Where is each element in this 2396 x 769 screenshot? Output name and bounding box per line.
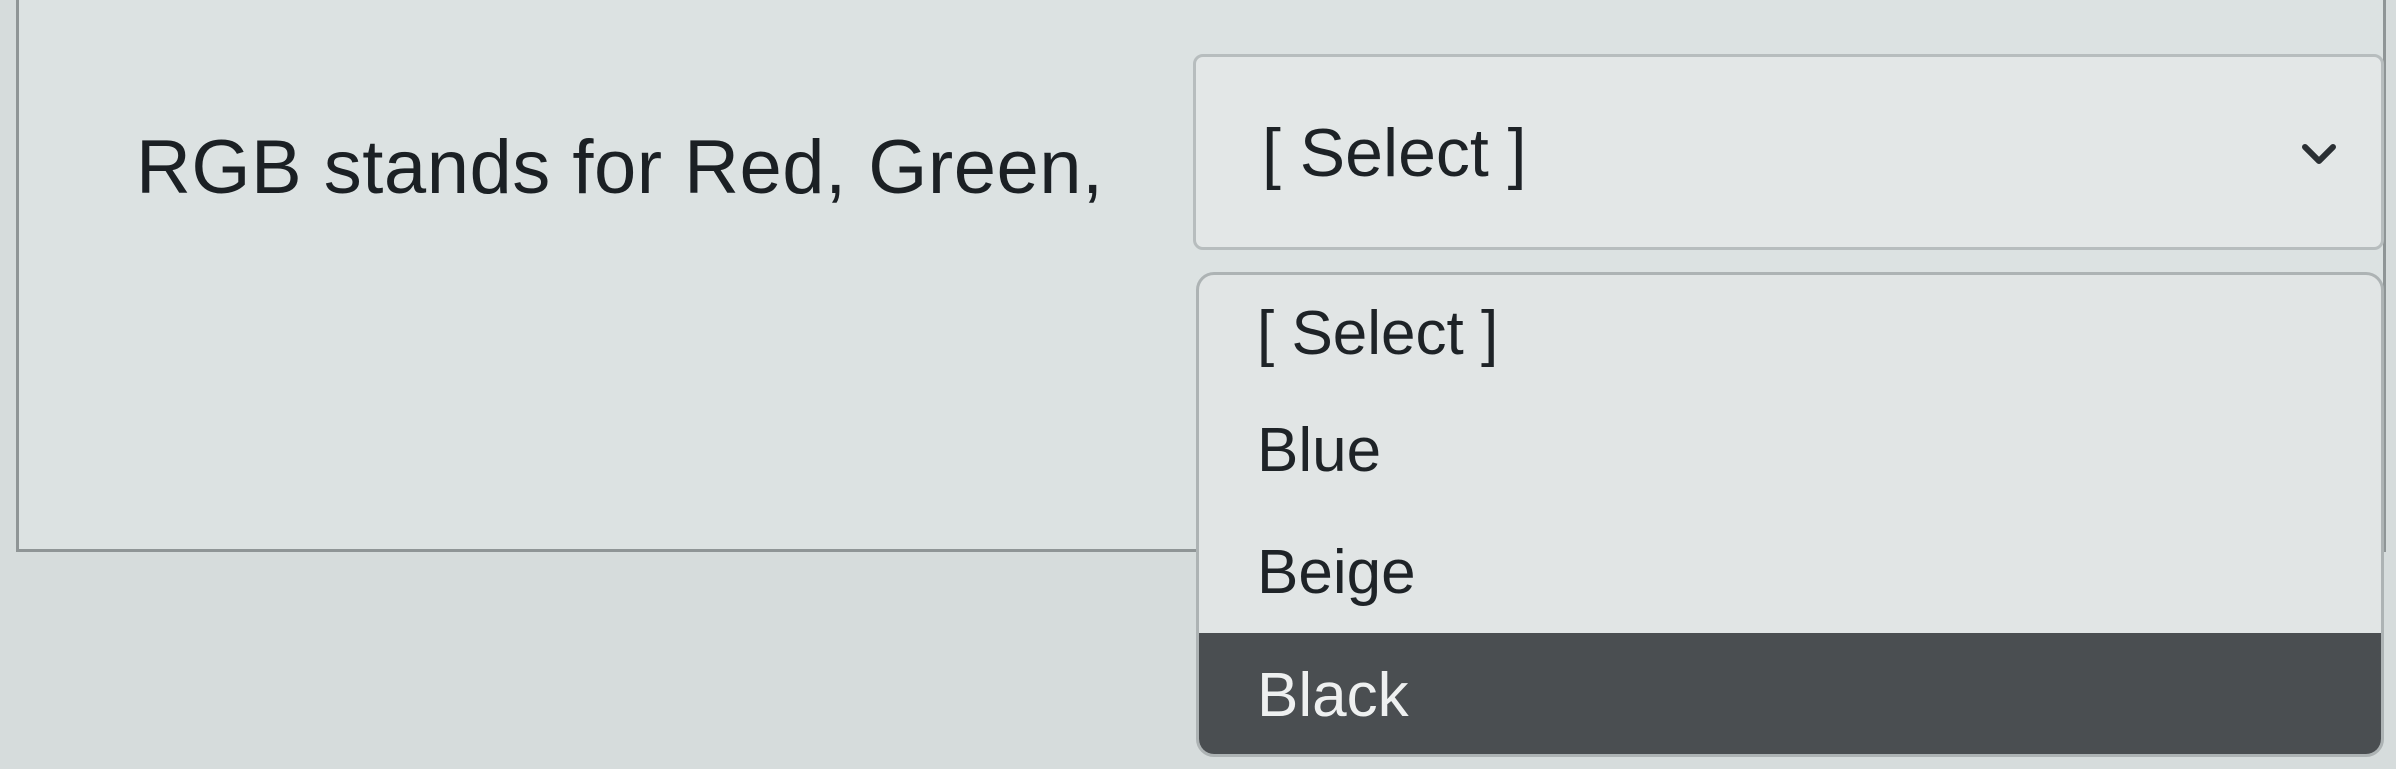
select-option-beige[interactable]: Beige	[1199, 511, 2381, 633]
chevron-down-icon	[2302, 144, 2336, 164]
select-option-placeholder[interactable]: [ Select ]	[1199, 277, 2381, 389]
select-option-black[interactable]: Black	[1199, 633, 2381, 754]
select-current-value: [ Select ]	[1262, 115, 1527, 191]
question-prompt: RGB stands for Red, Green,	[136, 125, 1104, 210]
select-option-blue[interactable]: Blue	[1199, 389, 2381, 511]
select-dropdown-list: [ Select ] Blue Beige Black	[1196, 272, 2384, 757]
answer-select[interactable]: [ Select ]	[1193, 54, 2384, 250]
